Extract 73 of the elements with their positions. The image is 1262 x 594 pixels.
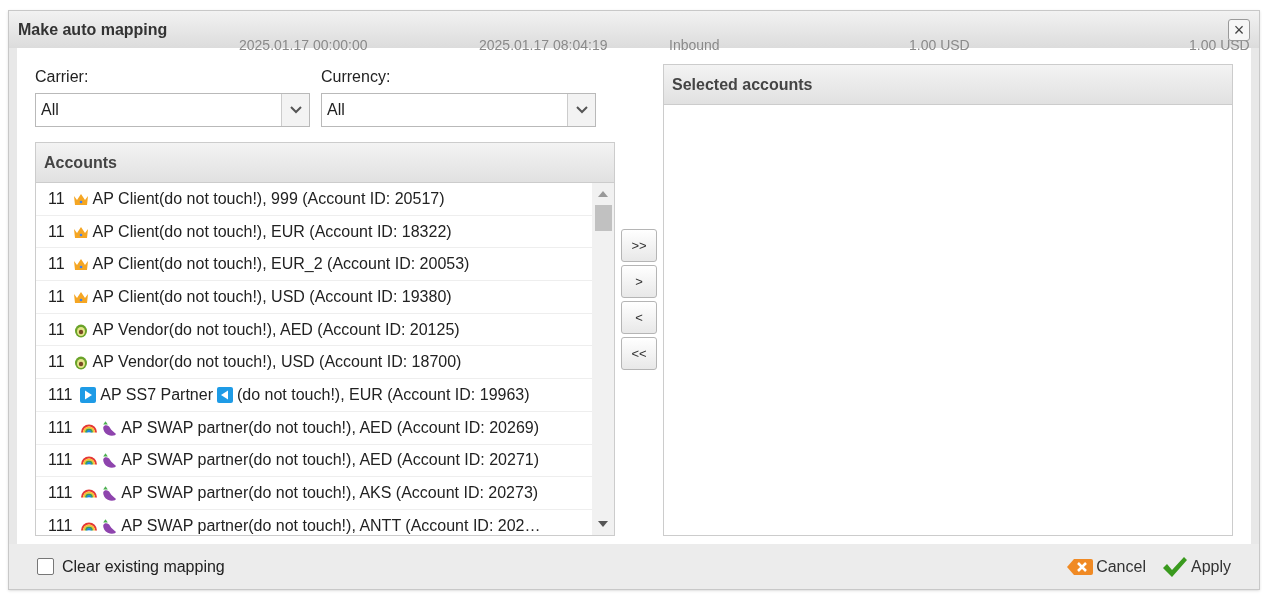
- scroll-thumb[interactable]: [594, 205, 612, 231]
- move-button[interactable]: >: [621, 265, 657, 298]
- account-text: AP SWAP partner(do not touch!), AKS (Account ID: 20273): [121, 483, 539, 504]
- filter-select[interactable]: All: [321, 93, 596, 127]
- filter-label: Carrier:: [35, 67, 90, 87]
- apply-button[interactable]: Apply: [1161, 554, 1231, 579]
- account-text: 111: [48, 515, 73, 535]
- account-text: 111: [48, 450, 73, 471]
- account-text: AP Client(do not touch!), USD (Account ID: 19380): [92, 286, 452, 307]
- accounts-header: Accounts: [36, 143, 614, 183]
- account-row[interactable]: 111 AP SWAP partner(do not touch!), AED (Account ID: 20271): [36, 444, 592, 478]
- background-table-cell-text: Inbound: [669, 36, 721, 55]
- background-table-cell-text: 1.00 USD: [909, 36, 971, 55]
- dialog-title: Make auto mapping: [18, 19, 168, 40]
- checkbox[interactable]: [37, 558, 54, 575]
- eggplant-icon: [102, 485, 118, 502]
- account-text: 11: [48, 188, 65, 209]
- account-row[interactable]: 11 AP Vendor(do not touch!), AED (Account ID: 20125): [36, 313, 592, 347]
- account-text: AP SS7 Partner: [100, 384, 213, 405]
- cancel-button[interactable]: Cancel: [1067, 554, 1146, 579]
- account-text: AP Vendor(do not touch!), AED (Account ID: 20125): [92, 319, 460, 340]
- account-text: 11: [48, 254, 65, 275]
- scrollbar[interactable]: [592, 183, 614, 535]
- rainbow-icon: [80, 488, 99, 499]
- scroll-down-icon[interactable]: [598, 521, 608, 527]
- account-text: 11: [48, 286, 65, 307]
- account-row[interactable]: 11 AP Client(do not touch!), EUR_2 (Account ID: 20053): [36, 248, 592, 282]
- play-icon: [80, 386, 97, 403]
- account-text: AP SWAP partner(do not touch!), AED (Account ID: 20271): [121, 450, 540, 471]
- crown-icon: [72, 257, 89, 272]
- account-text: 11: [48, 319, 65, 340]
- scroll-up-icon[interactable]: [598, 191, 608, 197]
- account-text: AP SWAP partner(do not touch!), ANTT (Account ID: 202…: [121, 515, 541, 535]
- account-row[interactable]: 11 AP Vendor(do not touch!), USD (Account ID: 18700): [36, 346, 592, 380]
- account-row[interactable]: 111 AP SWAP partner(do not touch!), AKS (Account ID: 20273): [36, 477, 592, 510]
- eggplant-icon: [102, 452, 118, 469]
- account-text: 111: [48, 384, 73, 405]
- rainbow-icon: [80, 422, 99, 433]
- checkbox-label: Clear existing mapping: [62, 556, 225, 577]
- account-row[interactable]: 11 AP Client(do not touch!), EUR (Account ID: 18322): [36, 215, 592, 249]
- account-text: (do not touch!), EUR (Account ID: 19963): [237, 384, 530, 405]
- move-button[interactable]: <: [621, 301, 657, 334]
- background-table-cell-text: 2025.01.17 08:04:19: [479, 36, 609, 55]
- account-text: AP Client(do not touch!), EUR (Account ID: 18322): [92, 221, 452, 242]
- account-row[interactable]: 11 AP Client(do not touch!), 999 (Account ID: 20517): [36, 183, 592, 216]
- account-row[interactable]: 11 AP Client(do not touch!), USD (Account ID: 19380): [36, 281, 592, 314]
- cancel-icon: [1067, 557, 1094, 576]
- background-table-cell-text: 2025.01.17 00:00:00: [239, 36, 369, 55]
- eggplant-icon: [102, 517, 118, 534]
- account-text: 11: [48, 221, 65, 242]
- rainbow-icon: [80, 520, 99, 531]
- account-row[interactable]: 111 AP SS7 Partner (do not touch!), EUR (Account ID: 19963): [36, 379, 592, 412]
- account-text: AP Client(do not touch!), 999 (Account ID: 20517): [92, 188, 445, 209]
- eggplant-icon: [102, 419, 118, 436]
- filter-label: Currency:: [321, 67, 392, 87]
- move-button[interactable]: <<: [621, 337, 657, 370]
- chevron-down-icon: [575, 106, 588, 114]
- account-text: AP Client(do not touch!), EUR_2 (Account ID: 20053): [92, 254, 470, 275]
- avocado-icon: [72, 354, 89, 371]
- account-text: 11: [48, 352, 65, 373]
- move-button[interactable]: >>: [621, 229, 657, 262]
- rainbow-icon: [80, 455, 99, 466]
- account-text: 111: [48, 417, 73, 438]
- account-text: 111: [48, 483, 73, 504]
- account-text: AP Vendor(do not touch!), USD (Account ID: 18700): [92, 352, 462, 373]
- check-icon: [1161, 555, 1188, 578]
- account-row[interactable]: 111 AP SWAP partner(do not touch!), AED (Account ID: 20269): [36, 411, 592, 445]
- reverse-icon: [217, 386, 233, 403]
- chevron-down-icon: [289, 106, 302, 114]
- filter-select[interactable]: All: [35, 93, 310, 127]
- close-button[interactable]: ×: [1228, 18, 1250, 41]
- selected-header: Selected accounts: [664, 65, 1232, 105]
- account-text: AP SWAP partner(do not touch!), AED (Account ID: 20269): [121, 417, 540, 438]
